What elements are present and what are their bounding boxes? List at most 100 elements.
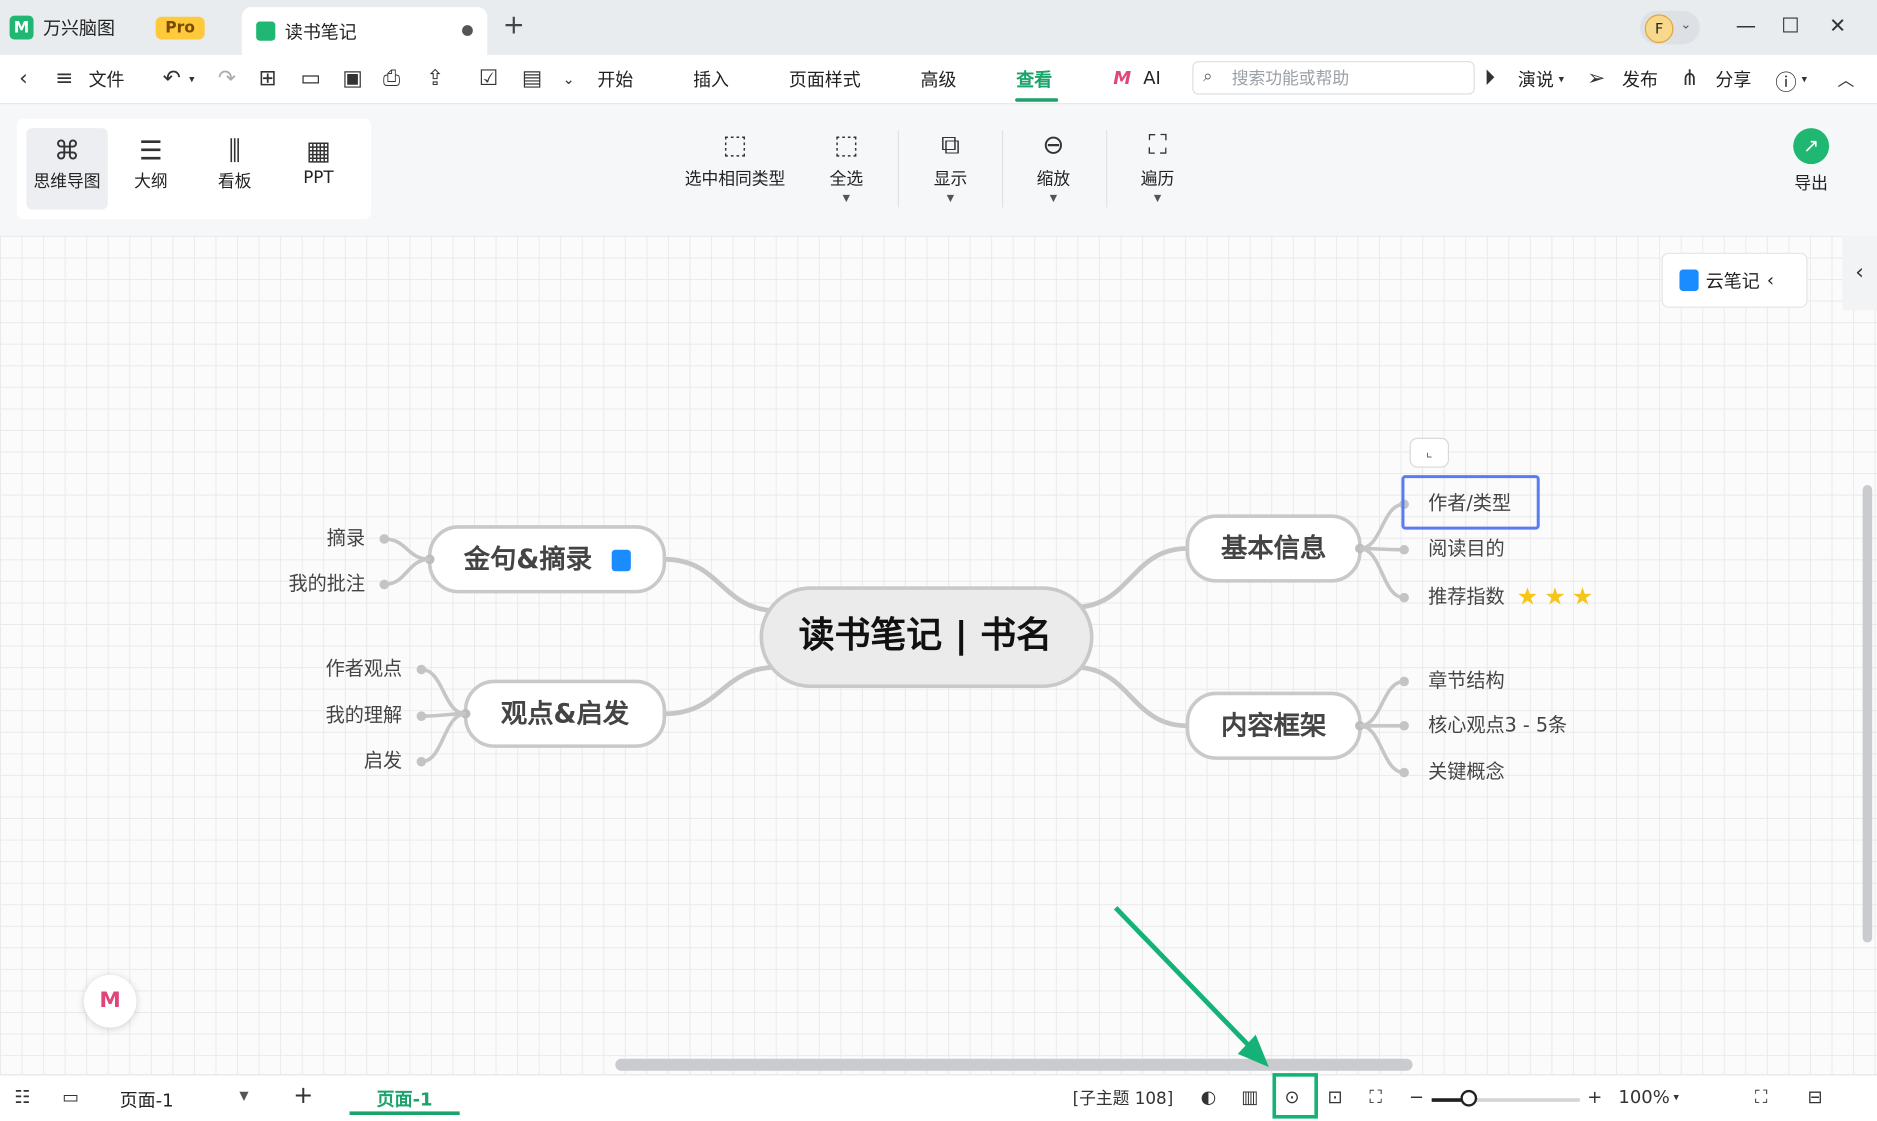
zoom-dropdown-icon[interactable]: ▾	[1673, 1092, 1678, 1104]
present-button[interactable]: 演说	[1518, 67, 1554, 92]
traverse-label: 遍历	[1140, 170, 1175, 190]
page-tab[interactable]: 页面-1	[349, 1083, 460, 1116]
main-topic-label: 内容框架	[1221, 710, 1327, 741]
subtopic-label: 核心观点3 - 5条	[1428, 713, 1567, 736]
back-icon[interactable]: ‹	[19, 66, 28, 91]
title-bar: M 万兴脑图 Pro 读书笔记 + F ⌄ — ☐ ✕	[0, 0, 1877, 56]
play-circle-icon[interactable]: ⏵	[1484, 66, 1495, 91]
subtopic-label: 作者观点	[326, 657, 403, 680]
central-topic-label: 读书笔记 | 书名	[799, 615, 1053, 656]
zoom-button[interactable]: ⊖ 缩放 ▼	[1037, 131, 1071, 204]
zoom-out-button[interactable]: −	[1409, 1086, 1424, 1108]
document-tab-title: 读书笔记	[284, 20, 357, 43]
new-file-icon[interactable]: ⊞	[259, 66, 277, 91]
display-label: 显示	[933, 170, 968, 190]
close-window-button[interactable]: ✕	[1829, 14, 1846, 38]
share-icon[interactable]: ⋔	[1681, 66, 1699, 91]
sub-connector	[421, 667, 466, 716]
redo-icon[interactable]: ↷	[218, 66, 236, 91]
search-input[interactable]	[1229, 64, 1472, 94]
outline-panel-icon[interactable]: ☷	[14, 1086, 30, 1108]
horizontal-scrollbar[interactable]	[615, 1058, 1413, 1071]
help-dropdown-icon[interactable]: ▾	[1802, 74, 1807, 86]
menu-page-style[interactable]: 页面样式	[789, 67, 861, 92]
collapse-panel-icon[interactable]: ⊟	[1808, 1086, 1823, 1108]
select-same-type-button[interactable]: ⬚ 选中相同类型	[685, 131, 786, 191]
undo-icon[interactable]: ↶	[163, 66, 181, 91]
undo-dropdown-icon[interactable]: ▾	[189, 74, 194, 86]
open-folder-icon[interactable]: ▭	[300, 66, 320, 91]
page-panel-icon[interactable]: ▭	[62, 1086, 79, 1108]
menu-insert[interactable]: 插入	[693, 67, 729, 92]
pro-badge[interactable]: Pro	[155, 16, 205, 39]
ribbon-divider	[897, 130, 899, 208]
minimize-button[interactable]: —	[1736, 14, 1756, 38]
side-panel-toggle[interactable]: ‹	[1842, 235, 1877, 311]
export-button[interactable]: ↗ 导出	[1793, 128, 1830, 195]
status-bar: ☷ ▭ 页面-1 ▼ + 页面-1 [子主题 108] ◐ ▥ ⊙ ⊡ ⛶ − …	[0, 1073, 1877, 1121]
traverse-button[interactable]: ⛶ 遍历 ▼	[1141, 131, 1175, 204]
chevron-left-icon: ‹	[1855, 259, 1864, 286]
search-box[interactable]: ⌕	[1192, 61, 1475, 95]
mindmap-canvas[interactable]: 读书笔记 | 书名 金句&摘录 摘录 我的批注 观点&启发 作者观点 我的理解 启发 基本信息 作…	[0, 235, 1877, 1075]
ppt-icon: ▦	[305, 136, 331, 167]
topic-count: [子主题 108]	[1072, 1089, 1174, 1110]
view-outline-button[interactable]: ☰ 大纲	[110, 128, 191, 209]
more-dropdown-icon[interactable]: ⌄	[563, 71, 575, 88]
fit-width-icon[interactable]: ⛶	[1369, 1086, 1382, 1108]
sub-connector	[384, 557, 430, 587]
file-menu[interactable]: 文件	[89, 67, 125, 92]
display-dropdown-icon: ▼	[946, 192, 955, 204]
help-icon[interactable]: ⓘ	[1775, 66, 1797, 97]
main-topic-label: 金句&摘录	[463, 544, 592, 575]
menu-start[interactable]: 开始	[597, 67, 633, 92]
add-page-button[interactable]: +	[293, 1080, 313, 1109]
book-icon[interactable]: ▥	[1241, 1086, 1258, 1108]
publish-button[interactable]: 发布	[1622, 67, 1658, 92]
maximize-button[interactable]: ☐	[1781, 14, 1799, 38]
collapse-ribbon-icon[interactable]: ︿	[1837, 68, 1854, 92]
menu-advanced[interactable]: 高级	[921, 67, 957, 92]
unsaved-dot-icon[interactable]	[462, 25, 473, 36]
view-ppt-button[interactable]: ▦ PPT	[278, 128, 359, 209]
save-icon[interactable]: ▣	[342, 66, 362, 91]
theme-icon[interactable]: ◐	[1201, 1086, 1217, 1108]
select-same-type-icon: ⬚	[722, 130, 748, 161]
app-tab[interactable]: M 万兴脑图 Pro	[9, 7, 205, 48]
zoom-in-button[interactable]: +	[1587, 1086, 1602, 1108]
fullscreen-icon[interactable]: ⛶	[1755, 1086, 1768, 1108]
note-icon[interactable]	[611, 549, 631, 572]
view-kanban-button[interactable]: ⫼ 看板	[194, 128, 275, 209]
present-dropdown-icon[interactable]: ▾	[1559, 74, 1564, 86]
ribbon-toolbar: ⌘ 思维导图 ☰ 大纲 ⫼ 看板 ▦ PPT ⬚ 选中相同类型 ⬚ 全选 ▼ ⧉…	[0, 102, 1877, 238]
save-as-icon[interactable]: ▤	[522, 66, 542, 91]
fit-page-icon[interactable]: ⊡	[1328, 1086, 1343, 1108]
page-select[interactable]: 页面-1 ▼	[108, 1081, 259, 1115]
publish-icon[interactable]: ➢	[1587, 66, 1605, 91]
subtopic-label: 推荐指数	[1428, 585, 1505, 608]
sub-dot	[1399, 676, 1409, 687]
hamburger-menu-icon[interactable]: ≡	[55, 66, 73, 91]
share-button[interactable]: 分享	[1715, 67, 1751, 92]
menu-ai[interactable]: AI	[1143, 67, 1161, 89]
new-tab-button[interactable]: +	[503, 11, 525, 41]
display-button[interactable]: ⧉ 显示 ▼	[934, 131, 968, 204]
ribbon-divider	[1001, 130, 1004, 208]
checklist-icon[interactable]: ☑	[479, 66, 498, 91]
menu-view[interactable]: 查看	[1016, 67, 1052, 92]
print-icon[interactable]: ⎙	[383, 66, 400, 91]
sub-dot	[1399, 720, 1409, 731]
zoom-slider[interactable]	[1431, 1089, 1581, 1107]
zoom-slider-handle[interactable]	[1460, 1089, 1478, 1107]
user-avatar[interactable]: F ⌄	[1639, 10, 1700, 45]
select-all-button[interactable]: ⬚ 全选 ▼	[830, 131, 864, 204]
share-export-icon[interactable]: ⇪	[426, 66, 444, 91]
ai-assistant-button[interactable]: M	[83, 974, 137, 1028]
document-tab[interactable]: 读书笔记	[241, 7, 488, 56]
vertical-scrollbar[interactable]	[1862, 485, 1873, 943]
view-mindmap-button[interactable]: ⌘ 思维导图	[26, 128, 108, 210]
mindmap-svg[interactable]: 读书笔记 | 书名 金句&摘录 摘录我的批注观点&启发 作者观点我的理解启发 基本信息 作…	[0, 236, 1877, 1074]
traverse-dropdown-icon: ▼	[1153, 192, 1162, 204]
zoom-level[interactable]: 100%	[1618, 1086, 1669, 1108]
cloud-note-button[interactable]: 云笔记 ‹	[1661, 252, 1808, 308]
